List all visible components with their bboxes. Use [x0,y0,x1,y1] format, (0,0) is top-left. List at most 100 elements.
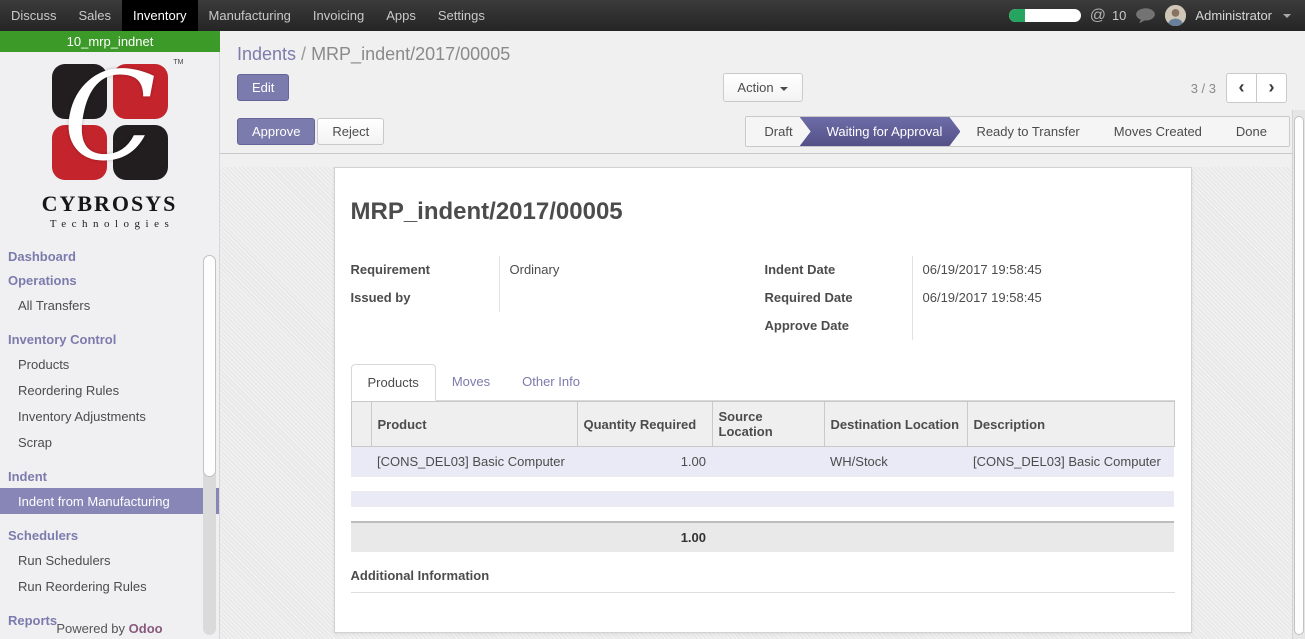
company-logo: C TM CYBROSYS Technologies [0,52,219,230]
logo-brand-subtext: Technologies [0,218,219,230]
field-value-approve-date[interactable] [912,312,1135,340]
field-label-required-date: Required Date [765,284,912,312]
tab-moves[interactable]: Moves [436,364,506,401]
action-dropdown-button[interactable]: Action [722,73,802,102]
breadcrumb-parent-link[interactable]: Indents [237,44,296,64]
nav-item-settings[interactable]: Settings [427,0,496,31]
toolbar: Edit Action 3 / 3 ‹ › [220,72,1305,110]
sidebar-heading-schedulers[interactable]: Schedulers [0,523,219,547]
status-step-draft[interactable]: Draft [746,117,810,146]
progress-fill [1009,9,1025,22]
column-header-source-location[interactable]: Source Location [712,402,824,447]
status-step-waiting-for-approval[interactable]: Waiting for Approval [800,117,961,146]
nav-item-inventory[interactable]: Inventory [122,0,197,31]
user-menu[interactable]: Administrator [1195,8,1272,23]
edit-button[interactable]: Edit [237,74,289,101]
cell-destination-location[interactable]: WH/Stock [824,447,967,477]
avatar[interactable] [1165,5,1186,26]
sidebar-item-run-schedulers[interactable]: Run Schedulers [0,547,219,573]
status-step-moves-created[interactable]: Moves Created [1087,117,1220,146]
sidebar-item-products[interactable]: Products [0,351,219,377]
action-label: Action [737,80,773,95]
record-title: MRP_indent/2017/00005 [351,198,1175,226]
form-canvas: MRP_indent/2017/00005 Requirement Ordina… [220,167,1305,639]
sidebar-item-reordering-rules[interactable]: Reordering Rules [0,377,219,403]
sidebar-heading-inventory-control[interactable]: Inventory Control [0,327,219,351]
sidebar-item-inventory-adjustments[interactable]: Inventory Adjustments [0,403,219,429]
additional-information-label: Additional Information [351,568,1175,583]
nav-item-invoicing[interactable]: Invoicing [302,0,375,31]
status-row: Approve Reject Draft Waiting for Approva… [220,110,1305,154]
logo-brand-text: CYBROSYS [0,191,219,217]
odoo-brand-link[interactable]: Odoo [129,621,163,636]
breadcrumb: Indents/MRP_indent/2017/00005 [220,31,1305,72]
nav-item-manufacturing[interactable]: Manufacturing [198,0,302,31]
user-caret-icon[interactable] [1283,14,1291,18]
mention-at-icon[interactable]: @ [1090,7,1106,25]
nav-item-apps[interactable]: Apps [375,0,427,31]
column-header-product[interactable]: Product [371,402,577,447]
tab-products[interactable]: Products [351,364,436,401]
column-header-destination-location[interactable]: Destination Location [824,402,967,447]
powered-by: Powered by Odoo [0,621,219,636]
field-value-required-date[interactable]: 06/19/2017 19:58:45 [912,284,1135,312]
sidebar-scrollbar[interactable] [203,255,216,635]
status-step-done[interactable]: Done [1209,117,1289,146]
field-value-requirement[interactable]: Ordinary [499,256,765,284]
field-value-issued-by[interactable] [499,284,765,312]
approve-button[interactable]: Approve [237,118,315,145]
chevron-right-icon: › [1269,78,1275,96]
pager-previous-button[interactable]: ‹ [1226,73,1257,103]
nav-item-discuss[interactable]: Discuss [0,0,68,31]
progress-pill [1009,9,1081,22]
navbar-right-cluster: @ 10 Administrator [1009,0,1305,31]
nav-item-sales[interactable]: Sales [68,0,123,31]
chat-icon[interactable] [1135,8,1156,24]
products-table: Product Quantity Required Source Locatio… [351,401,1175,552]
tab-other-info[interactable]: Other Info [506,364,596,401]
table-row-empty [351,492,1174,507]
sidebar-scrollbar-thumb[interactable] [203,255,216,477]
powered-by-text: Powered by [56,621,125,636]
status-step-ready-to-transfer[interactable]: Ready to Transfer [949,117,1097,146]
cell-description[interactable]: [CONS_DEL03] Basic Computer [967,447,1174,477]
sidebar-item-all-transfers[interactable]: All Transfers [0,292,219,318]
workflow-buttons: Approve Reject [237,118,384,145]
chevron-left-icon: ‹ [1239,78,1245,96]
total-quantity: 1.00 [577,522,712,552]
sidebar-item-indent-from-manufacturing[interactable]: Indent from Manufacturing [0,488,219,514]
cell-source-location[interactable] [712,447,824,477]
sidebar-menu: Dashboard Operations All Transfers Inven… [0,244,219,632]
sidebar-item-scrap[interactable]: Scrap [0,429,219,455]
table-row-empty [351,477,1174,492]
pager-count: 3 / 3 [1191,81,1216,96]
pager: 3 / 3 ‹ › [1191,73,1287,103]
sidebar-heading-indent[interactable]: Indent [0,464,219,488]
sidebar-heading-operations[interactable]: Operations [0,268,219,292]
field-value-indent-date[interactable]: 06/19/2017 19:58:45 [912,256,1135,284]
statusbar: Draft Waiting for Approval Ready to Tran… [745,116,1290,147]
sidebar-item-run-reordering-rules[interactable]: Run Reordering Rules [0,573,219,599]
additional-information-divider [351,592,1175,593]
row-handle-cell [351,447,371,477]
column-header-description[interactable]: Description [967,402,1174,447]
sidebar: C TM CYBROSYS Technologies Dashboard Ope… [0,52,220,639]
action-caret-icon [780,87,788,91]
table-row[interactable]: [CONS_DEL03] Basic Computer 1.00 WH/Stoc… [351,447,1174,477]
logo-trademark: TM [173,59,183,66]
main-area: Indents/MRP_indent/2017/00005 Edit Actio… [220,31,1305,639]
main-scrollbar-thumb[interactable] [1294,116,1304,635]
table-footer-row: 1.00 [351,522,1174,552]
table-row-empty [351,507,1174,523]
pager-next-button[interactable]: › [1256,73,1287,103]
cell-quantity-required[interactable]: 1.00 [577,447,712,477]
cell-product[interactable]: [CONS_DEL03] Basic Computer [371,447,577,477]
column-header-quantity-required[interactable]: Quantity Required [577,402,712,447]
mention-count[interactable]: 10 [1112,8,1126,23]
notebook-tabs: Products Moves Other Info [351,364,1175,401]
main-scrollbar[interactable] [1292,110,1305,639]
reject-button[interactable]: Reject [317,118,384,145]
breadcrumb-current: MRP_indent/2017/00005 [311,44,510,64]
sidebar-heading-dashboard[interactable]: Dashboard [0,244,219,268]
field-label-requirement: Requirement [351,256,499,284]
